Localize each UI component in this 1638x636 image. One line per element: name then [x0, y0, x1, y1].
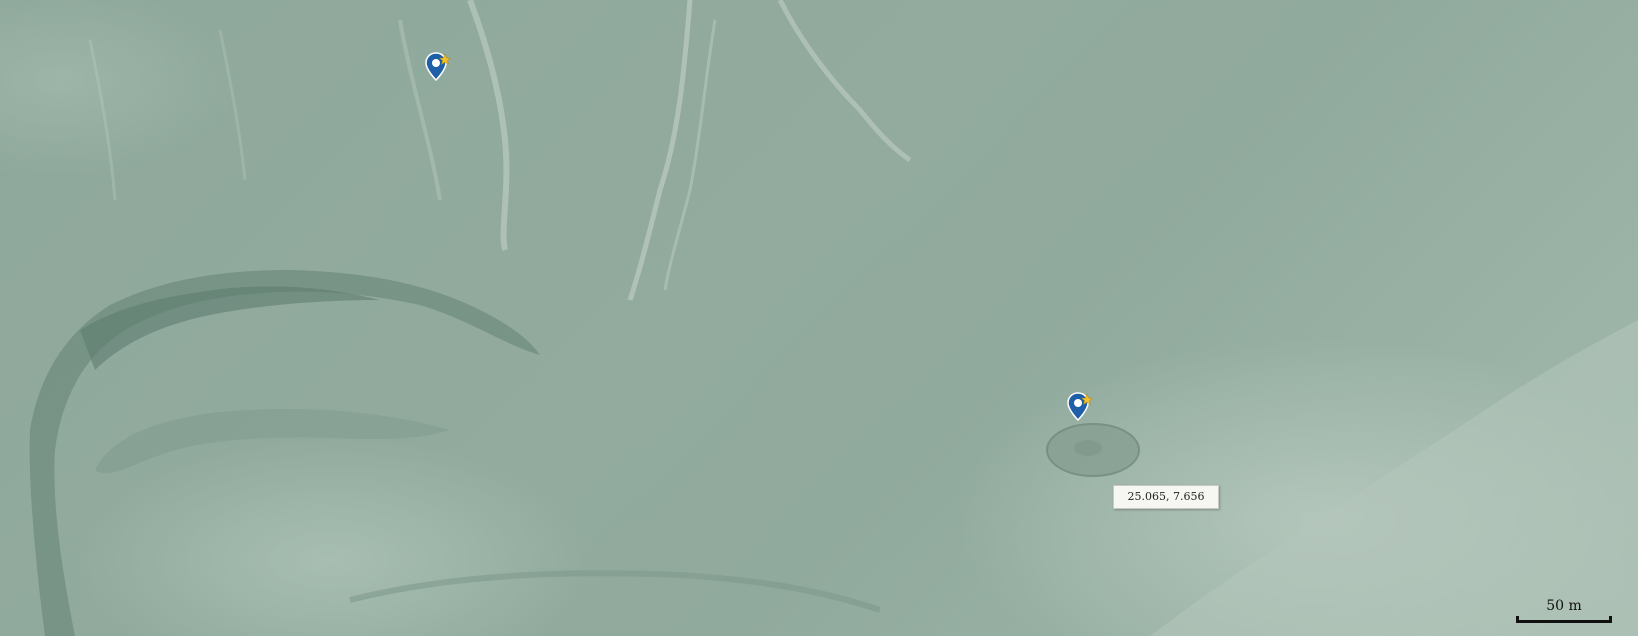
gully-streak-2: [627, 0, 693, 301]
scale-tick-left: [1516, 616, 1519, 623]
lower-ridge: [349, 570, 881, 613]
gully-streak-5: [398, 19, 442, 201]
ring-feature-inner: [1074, 440, 1102, 456]
gully-streak-3: [777, 0, 912, 163]
map-pin-star-icon[interactable]: [1067, 392, 1094, 422]
terrain-imagery: [29, 0, 1638, 636]
gully-streak-1: [467, 0, 510, 251]
scale-bar: 50 m: [1512, 596, 1616, 628]
gully-streak-6: [218, 29, 247, 181]
gully-streak-4: [663, 19, 717, 291]
scale-line: [1516, 620, 1612, 623]
crater-inner-arc: [95, 409, 450, 474]
coordinate-label: 25.065, 7.656: [1113, 485, 1219, 509]
gully-streak-7: [88, 39, 117, 201]
bright-plain: [1150, 320, 1638, 636]
map-pin-star-icon[interactable]: [425, 52, 452, 82]
satellite-map[interactable]: 25.065, 7.656 50 m: [0, 0, 1638, 636]
scale-label: 50 m: [1546, 598, 1582, 614]
scale-tick-right: [1609, 616, 1612, 623]
